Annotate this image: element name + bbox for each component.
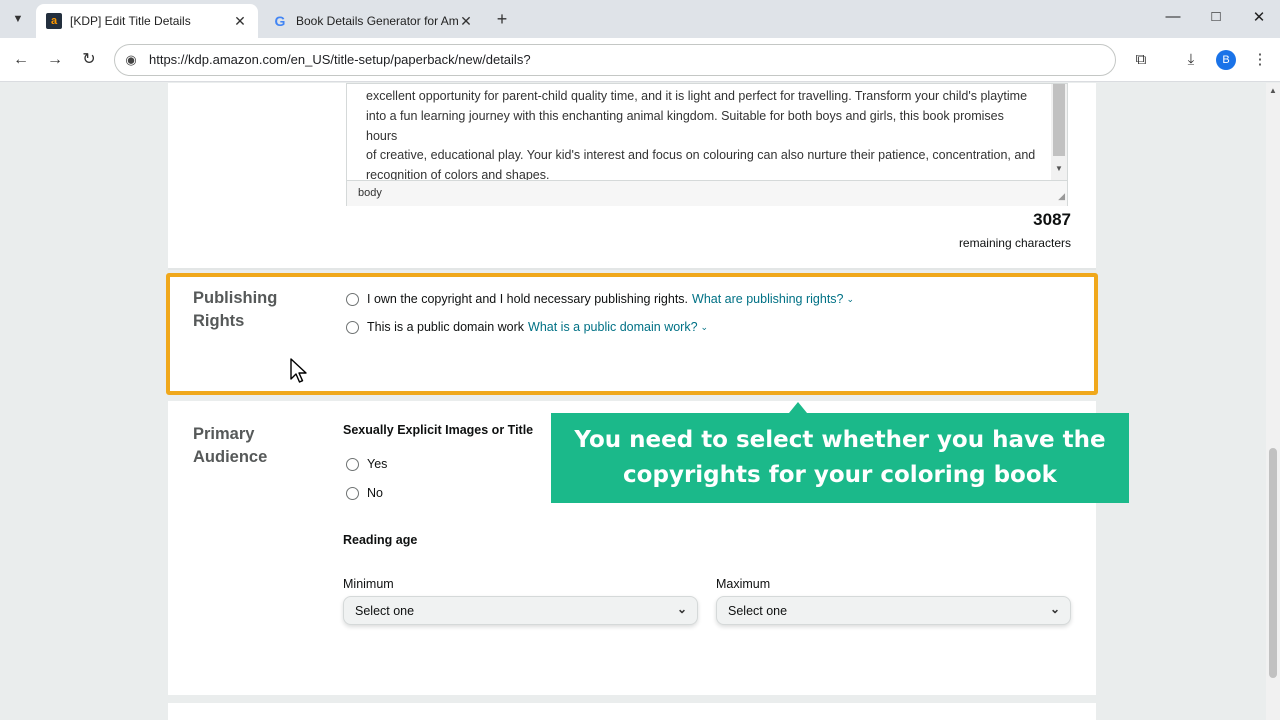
radio-button[interactable] (346, 457, 359, 471)
description-line: into a fun learning journey with this en… (366, 108, 1004, 143)
maximum-age-select[interactable]: Select one ⌄ (716, 596, 1071, 625)
radio-button[interactable] (346, 292, 359, 306)
forward-icon[interactable]: → (44, 49, 66, 71)
resize-grip-icon[interactable]: ◢ (1058, 191, 1065, 202)
editor-status-bar: body ◢ (347, 180, 1067, 206)
radio-explicit-no[interactable]: No (346, 486, 383, 500)
select-value: Select one (728, 604, 788, 618)
scroll-up-icon[interactable]: ▲ (1269, 86, 1277, 95)
section-title: Primary Audience (193, 425, 268, 466)
tab-book-details-generator[interactable]: G Book Details Generator for Ama ✕ (262, 4, 484, 38)
explicit-content-label: Sexually Explicit Images or Title (343, 423, 534, 437)
public-domain-help-link[interactable]: What is a public domain work? (528, 320, 698, 334)
scroll-down-icon[interactable]: ▼ (1055, 164, 1063, 173)
close-icon[interactable]: ✕ (232, 13, 248, 30)
avatar[interactable]: B (1216, 50, 1236, 70)
tab-title: Book Details Generator for Ama (296, 14, 458, 28)
tab-search-button[interactable]: ▼ (6, 7, 30, 31)
reload-icon[interactable]: ↻ (78, 49, 100, 71)
menu-icon[interactable]: ⋮ (1249, 49, 1271, 71)
radio-button[interactable] (346, 320, 359, 334)
download-icon[interactable]: ⤓ (1180, 49, 1202, 71)
editor-scrollbar[interactable]: ▼ (1051, 84, 1067, 180)
element-path: body (358, 187, 382, 199)
minimum-age-select[interactable]: Select one ⌄ (343, 596, 698, 625)
minimize-icon[interactable]: — (1163, 8, 1183, 25)
instruction-callout: You need to select whether you have the … (551, 413, 1129, 503)
amazon-icon: a (46, 13, 62, 29)
chevron-down-icon[interactable]: ⌄ (701, 322, 709, 333)
close-icon[interactable]: ✕ (458, 13, 474, 30)
radio-explicit-yes[interactable]: Yes (346, 457, 387, 471)
page-content: excellent opportunity for parent-child q… (0, 83, 1266, 720)
address-bar[interactable]: ◉ https://kdp.amazon.com/en_US/title-set… (114, 44, 1116, 76)
chevron-down-icon: ⌄ (676, 602, 687, 616)
section-title: Publishing Rights (193, 289, 278, 330)
reading-age-label: Reading age (343, 533, 418, 547)
tab-strip: ▼ a [KDP] Edit Title Details ✕ G Book De… (0, 0, 1280, 38)
radio-public-domain[interactable]: This is a public domain work What is a p… (346, 320, 708, 334)
radio-own-copyright[interactable]: I own the copyright and I hold necessary… (346, 292, 854, 306)
page-scrollbar[interactable]: ▲ (1266, 83, 1280, 720)
chevron-down-icon: ⌄ (1049, 602, 1060, 616)
radio-button[interactable] (346, 486, 359, 500)
page-scroll-thumb[interactable] (1269, 448, 1277, 678)
description-section: excellent opportunity for parent-child q… (168, 83, 1096, 268)
browser-toolbar: ← → ↻ ◉ https://kdp.amazon.com/en_US/tit… (0, 38, 1280, 82)
maximize-icon[interactable]: □ (1206, 8, 1226, 25)
tab-kdp-edit-title[interactable]: a [KDP] Edit Title Details ✕ (36, 4, 258, 38)
remaining-characters-count: 3087 (1033, 210, 1071, 229)
extensions-icon[interactable]: ⧉ (1130, 49, 1152, 71)
editor-scroll-thumb[interactable] (1053, 84, 1065, 156)
remaining-characters-label: remaining characters (958, 236, 1071, 250)
description-line: of creative, educational play. Your kid'… (366, 148, 1036, 163)
google-icon: G (274, 13, 286, 29)
chevron-down-icon[interactable]: ⌄ (847, 294, 855, 305)
callout-pointer (789, 402, 807, 413)
description-editor[interactable]: excellent opportunity for parent-child q… (346, 83, 1068, 206)
divider (168, 268, 1096, 270)
next-section (168, 703, 1096, 720)
url-text[interactable]: https://kdp.amazon.com/en_US/title-setup… (149, 52, 531, 67)
radio-label[interactable]: This is a public domain work (367, 320, 524, 334)
radio-label[interactable]: No (367, 486, 383, 500)
maximum-label: Maximum (716, 577, 771, 591)
description-line: excellent opportunity for parent-child q… (366, 89, 1028, 103)
window-close-icon[interactable]: ✕ (1249, 8, 1269, 26)
new-tab-button[interactable]: + (492, 9, 512, 30)
select-value: Select one (355, 604, 415, 618)
radio-label[interactable]: Yes (367, 457, 387, 471)
back-icon[interactable]: ← (10, 49, 32, 71)
mouse-cursor-icon (290, 358, 307, 383)
callout-text: You need to select whether you have the … (574, 427, 1106, 488)
tab-title: [KDP] Edit Title Details (70, 14, 191, 28)
radio-label[interactable]: I own the copyright and I hold necessary… (367, 292, 688, 306)
site-info-icon[interactable]: ◉ (123, 52, 139, 68)
description-text[interactable]: excellent opportunity for parent-child q… (366, 87, 1036, 186)
publishing-rights-help-link[interactable]: What are publishing rights? (692, 292, 843, 306)
minimum-label: Minimum (343, 577, 394, 591)
